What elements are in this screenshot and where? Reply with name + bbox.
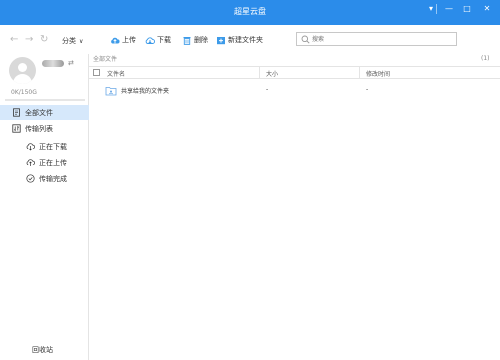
upload-button[interactable]: 上传: [110, 35, 136, 45]
maximize-icon[interactable]: □: [460, 3, 474, 15]
sidebar-item-label: 正在上传: [39, 158, 67, 167]
sidebar-item-label: 传输列表: [25, 124, 53, 133]
cloud-upload-icon: [111, 37, 120, 43]
sidebar-item-label: 传输完成: [39, 174, 67, 183]
search-box[interactable]: [296, 32, 457, 46]
file-name[interactable]: 共享给我的文件夹: [121, 86, 169, 95]
download-button[interactable]: 下载: [145, 35, 171, 45]
sidebar-item-transfer-complete[interactable]: 传输完成: [0, 171, 89, 186]
sidebar-item-transfer-list[interactable]: 传输列表: [0, 121, 89, 136]
column-divider[interactable]: [359, 67, 360, 79]
download-label: 下载: [157, 36, 171, 44]
check-circle-icon: [26, 174, 35, 183]
select-all-checkbox[interactable]: [93, 69, 100, 76]
breadcrumb[interactable]: 全部文件: [93, 54, 117, 63]
document-icon: [13, 108, 20, 117]
back-arrow-icon[interactable]: ←: [10, 34, 18, 45]
minimize-icon[interactable]: —: [442, 3, 456, 15]
new-folder-label: 新建文件夹: [228, 36, 263, 44]
storage-usage: 0K/150G: [11, 89, 37, 96]
avatar[interactable]: [9, 57, 36, 84]
toolbar: ← → ↻ 分类 ∨ 上传 下载 删除 新建文件夹: [0, 25, 500, 54]
delete-label: 删除: [194, 36, 208, 44]
transfer-icon: [12, 124, 21, 133]
category-label: 分类: [62, 37, 76, 45]
trash-icon: [183, 36, 191, 45]
sidebar-item-all-files[interactable]: 全部文件: [0, 105, 89, 120]
column-divider[interactable]: [259, 67, 260, 79]
table-header: 文件名 大小 修改时间: [89, 66, 500, 79]
forward-arrow-icon[interactable]: →: [25, 34, 33, 45]
chevron-down-icon: ∨: [79, 38, 84, 45]
switch-account-icon[interactable]: ⇄: [68, 59, 74, 67]
cloud-upload-icon: [26, 159, 35, 166]
close-icon[interactable]: ✕: [480, 3, 494, 15]
column-header-name[interactable]: 文件名: [107, 69, 125, 78]
storage-bar: [5, 99, 85, 101]
sidebar-item-downloading[interactable]: 正在下载: [0, 139, 89, 154]
new-folder-icon: [217, 36, 225, 44]
sidebar-item-uploading[interactable]: 正在上传: [0, 155, 89, 170]
item-count: (1): [481, 55, 490, 62]
file-modified: -: [366, 86, 369, 93]
shared-folder-icon: [105, 87, 117, 96]
sidebar: ⇄ 0K/150G 全部文件 传输列表 正在下载 正在上传 传输完成 回收站: [0, 54, 89, 360]
category-dropdown[interactable]: 分类 ∨: [62, 36, 83, 46]
title-bar: 超星云盘 ▾ — □ ✕: [0, 0, 500, 25]
upload-label: 上传: [122, 36, 136, 44]
username-redacted: [42, 60, 64, 67]
search-icon: [301, 35, 310, 44]
delete-button[interactable]: 删除: [182, 35, 208, 45]
new-folder-button[interactable]: 新建文件夹: [216, 35, 263, 45]
search-input[interactable]: [312, 33, 452, 45]
cloud-download-icon: [145, 36, 155, 44]
cloud-download-icon: [26, 143, 35, 151]
table-row[interactable]: 共享给我的文件夹 - -: [89, 81, 500, 100]
recycle-bin-button[interactable]: 回收站: [32, 345, 53, 355]
column-header-modified[interactable]: 修改时间: [366, 69, 390, 78]
sidebar-item-label: 正在下载: [39, 142, 67, 151]
titlebar-divider: [436, 4, 437, 14]
refresh-icon[interactable]: ↻: [40, 34, 48, 45]
sidebar-item-label: 全部文件: [25, 108, 53, 117]
column-header-size[interactable]: 大小: [266, 69, 278, 78]
file-size: -: [266, 86, 269, 93]
